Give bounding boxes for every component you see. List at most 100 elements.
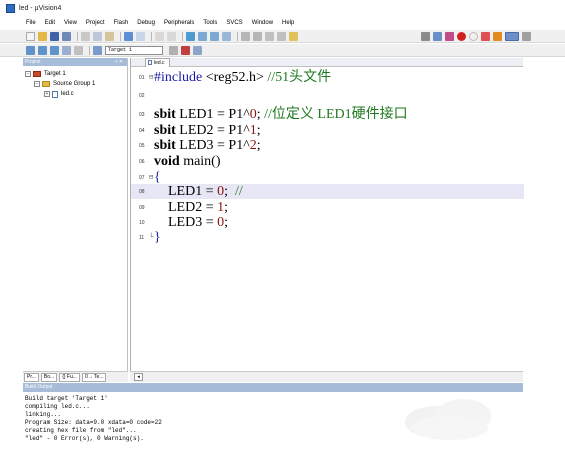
undo-icon[interactable] <box>124 31 133 41</box>
menu-view[interactable]: View <box>64 20 77 26</box>
tree-item-target[interactable]: − Target 1 <box>23 69 127 79</box>
menu-flash[interactable]: Flash <box>114 20 129 26</box>
menu-svcs[interactable]: SVCS <box>226 20 242 26</box>
open-folder-icon[interactable] <box>38 31 47 41</box>
tab-books[interactable]: Bo... <box>40 372 58 382</box>
debug-icon[interactable] <box>445 31 454 41</box>
code-text[interactable]: { <box>154 170 161 185</box>
disable-breakpoint-icon[interactable] <box>469 31 478 41</box>
prev-bookmark-icon[interactable] <box>198 31 207 41</box>
code-line[interactable]: 06 void main() <box>131 154 524 169</box>
clear-bookmarks-icon[interactable] <box>222 31 231 41</box>
code-text[interactable]: LED3 = 0; <box>154 215 228 230</box>
code-line[interactable]: 09 LED2 = 1; <box>131 200 524 215</box>
code-line[interactable]: 04 sbit LED2 = P1^1; <box>131 123 524 138</box>
rebuild-icon[interactable] <box>50 45 59 55</box>
copy-icon[interactable] <box>93 31 102 41</box>
fold-marker-icon[interactable]: ⊟ <box>149 73 153 81</box>
line-number: 06 <box>139 159 145 165</box>
paste-icon[interactable] <box>105 31 114 41</box>
toolbar-separator <box>89 45 90 55</box>
nav-forward-icon[interactable] <box>167 31 176 41</box>
code-line[interactable]: 03 sbit LED1 = P1^0; //位定义 LED1硬件接口 <box>131 107 524 122</box>
code-line[interactable]: 10 LED3 = 0; <box>131 215 524 230</box>
nav-back-icon[interactable] <box>155 31 164 41</box>
tree-item-file[interactable]: + led.c <box>23 89 127 99</box>
find-icon[interactable] <box>421 31 430 41</box>
panel-close-icon[interactable]: ⊣ ✕ <box>113 58 123 66</box>
breakpoint-icon[interactable] <box>457 31 466 41</box>
kill-all-breakpoints-icon[interactable] <box>493 31 502 41</box>
save-icon[interactable] <box>50 31 59 41</box>
menu-help[interactable]: Help <box>282 20 294 26</box>
translate-icon[interactable] <box>26 45 35 55</box>
build-icon[interactable] <box>38 45 47 55</box>
menu-peripherals[interactable]: Peripherals <box>164 20 194 26</box>
code-line-current[interactable]: 08 LED1 = 0; // <box>131 184 524 199</box>
code-line[interactable]: 11 └ } <box>131 230 524 245</box>
unindent-icon[interactable] <box>253 31 262 41</box>
download-icon[interactable] <box>93 45 102 55</box>
editor-tab-led-c[interactable]: led.c <box>145 58 170 67</box>
code-text[interactable]: #include <reg52.h> //51头文件 <box>154 70 331 85</box>
menu-edit[interactable]: Edit <box>45 20 55 26</box>
save-all-icon[interactable] <box>62 31 71 41</box>
manage-components-icon[interactable] <box>181 45 190 55</box>
configure-icon[interactable] <box>522 31 531 41</box>
target-options-icon[interactable] <box>169 45 178 55</box>
bookmark-icon[interactable] <box>186 31 195 41</box>
code-line[interactable]: 02 <box>131 88 524 103</box>
tab-project[interactable]: Pr... <box>24 372 39 382</box>
editor-horizontal-scrollbar[interactable]: ◂ <box>130 371 523 382</box>
redo-icon[interactable] <box>136 31 145 41</box>
collapse-icon[interactable]: − <box>25 71 31 77</box>
build-toolbar: Target 1 <box>0 44 565 57</box>
next-bookmark-icon[interactable] <box>210 31 219 41</box>
menu-window[interactable]: Window <box>252 20 273 26</box>
scroll-left-arrow-icon[interactable]: ◂ <box>134 373 143 381</box>
stop-build-icon[interactable] <box>74 45 83 55</box>
uncomment-icon[interactable] <box>277 31 286 41</box>
code-text[interactable]: sbit LED3 = P1^2; <box>154 138 261 153</box>
code-text[interactable]: LED1 = 0; // <box>154 184 243 199</box>
indent-icon[interactable] <box>241 31 250 41</box>
select-packs-icon[interactable] <box>193 45 202 55</box>
menu-tools[interactable]: Tools <box>203 20 217 26</box>
target-select[interactable]: Target 1 <box>105 45 163 55</box>
line-number: 03 <box>139 112 145 118</box>
line-number: 05 <box>139 143 145 149</box>
cut-icon[interactable] <box>81 31 90 41</box>
tab-templates[interactable]: 0→ Te... <box>81 372 107 382</box>
code-text[interactable]: LED2 = 1; <box>154 200 228 215</box>
menu-project[interactable]: Project <box>86 20 105 26</box>
new-file-icon[interactable] <box>26 31 35 41</box>
expand-icon[interactable]: + <box>44 91 50 97</box>
toolbar-separator <box>77 31 78 41</box>
code-text[interactable]: sbit LED1 = P1^0; //位定义 LED1硬件接口 <box>154 107 408 122</box>
window-layout-icon[interactable] <box>505 31 519 41</box>
code-line[interactable]: 05 sbit LED3 = P1^2; <box>131 138 524 153</box>
menu-debug[interactable]: Debug <box>137 20 155 26</box>
kill-breakpoints-icon[interactable] <box>481 31 490 41</box>
batch-build-icon[interactable] <box>62 45 71 55</box>
code-text[interactable]: } <box>154 230 161 245</box>
code-line[interactable]: 01 ⊟ #include <reg52.h> //51头文件 <box>131 70 524 85</box>
tree-item-group[interactable]: − Source Group 1 <box>23 79 127 89</box>
code-text[interactable]: void main() <box>154 154 221 169</box>
tree-item-label: Source Group 1 <box>53 81 96 87</box>
fold-marker-icon[interactable]: ⊟ <box>149 173 153 181</box>
menu-file[interactable]: File <box>26 20 36 26</box>
collapse-icon[interactable]: − <box>34 81 40 87</box>
comment-icon[interactable] <box>265 31 274 41</box>
fold-marker-icon[interactable]: └ <box>149 233 153 241</box>
project-panel-header: Project ⊣ ✕ <box>23 58 127 66</box>
code-text[interactable]: sbit LED2 = P1^1; <box>154 123 261 138</box>
code-editor[interactable]: led.c 01 ⊟ #include <reg52.h> //51头文件 02… <box>130 58 524 382</box>
incremental-find-icon[interactable] <box>433 31 442 41</box>
tab-functions[interactable]: {} Fu... <box>59 372 80 382</box>
project-panel-tabs: Pr... Bo... {} Fu... 0→ Te... <box>23 371 128 382</box>
folder-icon <box>42 81 50 87</box>
line-number: 10 <box>139 220 145 226</box>
find-in-files-icon[interactable] <box>289 31 298 41</box>
code-line[interactable]: 07 ⊟ { <box>131 170 524 185</box>
